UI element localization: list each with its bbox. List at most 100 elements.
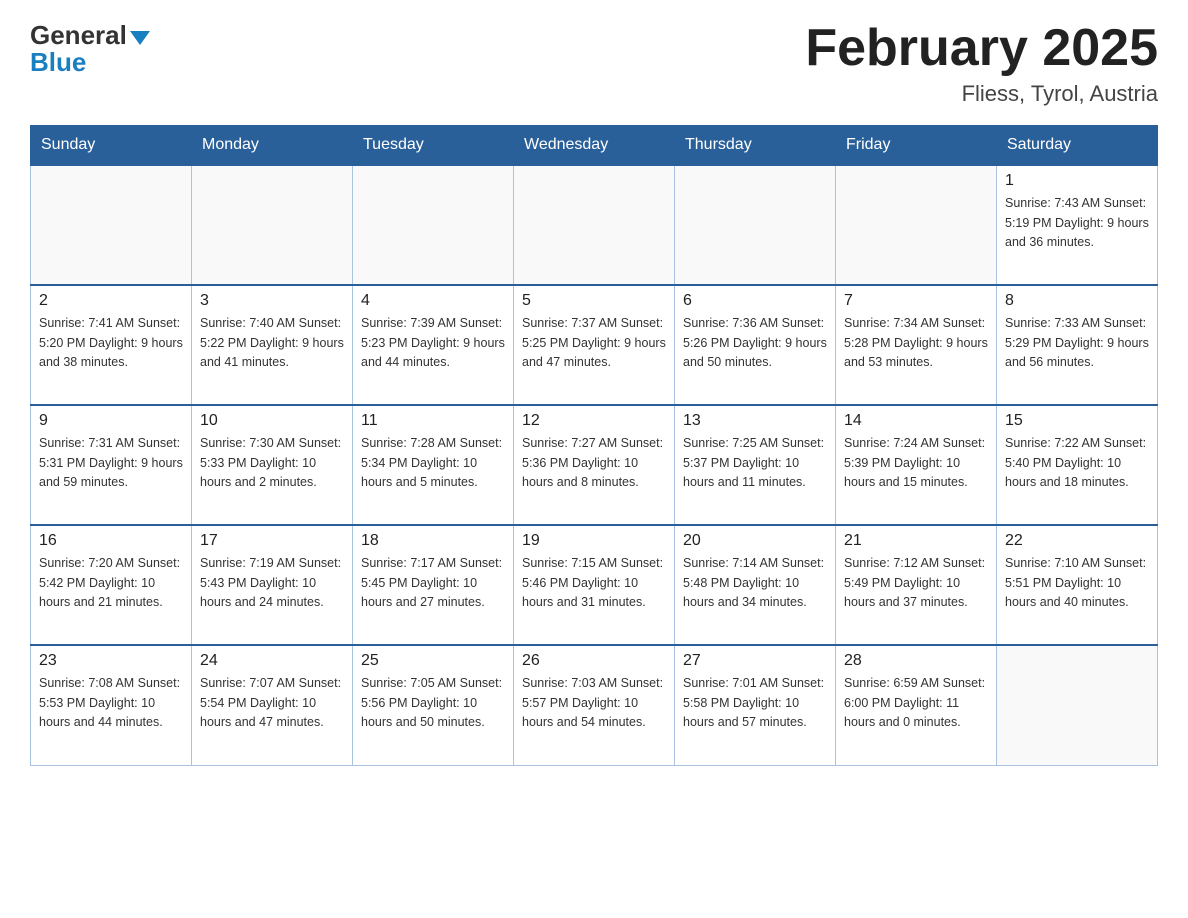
calendar-cell: 4Sunrise: 7:39 AM Sunset: 5:23 PM Daylig… [353, 285, 514, 405]
day-number: 9 [39, 412, 183, 430]
calendar-week-row: 23 Sunrise: 7:08 AM Sunset: 5:53 PM Dayli… [31, 645, 1158, 765]
day-number: 3 [200, 292, 344, 310]
day-info: Sunrise: 7:25 AM Sunset: 5:37 PM Dayligh… [683, 434, 827, 492]
calendar-cell: 2 Sunrise: 7:41 AM Sunset: 5:20 PM Daylig… [31, 285, 192, 405]
calendar-cell: 18Sunrise: 7:17 AM Sunset: 5:45 PM Dayli… [353, 525, 514, 645]
day-number: 19 [522, 532, 666, 550]
calendar-cell: 20 Sunrise: 7:14 AM Sunset: 5:48 PM Dayli… [675, 525, 836, 645]
day-number: 2 [39, 292, 183, 310]
calendar-cell: 6 Sunrise: 7:36 AM Sunset: 5:26 PM Daylig… [675, 285, 836, 405]
calendar-cell [836, 165, 997, 285]
day-info: Sunrise: 7:19 AM Sunset: 5:43 PM Dayligh… [200, 554, 344, 612]
day-number: 22 [1005, 532, 1149, 550]
day-number: 4 [361, 292, 505, 310]
weekday-header-thursday: Thursday [675, 126, 836, 166]
calendar-cell: 3 Sunrise: 7:40 AM Sunset: 5:22 PM Daylig… [192, 285, 353, 405]
day-number: 8 [1005, 292, 1149, 310]
weekday-header-sunday: Sunday [31, 126, 192, 166]
calendar-cell [31, 165, 192, 285]
weekday-header-tuesday: Tuesday [353, 126, 514, 166]
weekday-header-monday: Monday [192, 126, 353, 166]
calendar-cell: 7 Sunrise: 7:34 AM Sunset: 5:28 PM Daylig… [836, 285, 997, 405]
day-number: 13 [683, 412, 827, 430]
calendar-cell: 13 Sunrise: 7:25 AM Sunset: 5:37 PM Dayli… [675, 405, 836, 525]
day-info: Sunrise: 7:01 AM Sunset: 5:58 PM Dayligh… [683, 674, 827, 732]
weekday-header-friday: Friday [836, 126, 997, 166]
day-info: Sunrise: 7:22 AM Sunset: 5:40 PM Dayligh… [1005, 434, 1149, 492]
calendar-cell: 1 Sunrise: 7:43 AM Sunset: 5:19 PM Daylig… [997, 165, 1158, 285]
logo-arrow-icon [130, 31, 150, 45]
day-info: Sunrise: 7:03 AM Sunset: 5:57 PM Dayligh… [522, 674, 666, 732]
day-number: 21 [844, 532, 988, 550]
calendar-week-row: 9 Sunrise: 7:31 AM Sunset: 5:31 PM Daylig… [31, 405, 1158, 525]
day-info: Sunrise: 7:43 AM Sunset: 5:19 PM Dayligh… [1005, 194, 1149, 252]
day-info: Sunrise: 7:15 AM Sunset: 5:46 PM Dayligh… [522, 554, 666, 612]
day-number: 18 [361, 532, 505, 550]
day-number: 27 [683, 652, 827, 670]
calendar-header-row: SundayMondayTuesdayWednesdayThursdayFrid… [31, 126, 1158, 166]
day-info: Sunrise: 7:40 AM Sunset: 5:22 PM Dayligh… [200, 314, 344, 372]
calendar-cell: 5 Sunrise: 7:37 AM Sunset: 5:25 PM Daylig… [514, 285, 675, 405]
calendar-cell: 10 Sunrise: 7:30 AM Sunset: 5:33 PM Dayli… [192, 405, 353, 525]
day-number: 26 [522, 652, 666, 670]
day-info: Sunrise: 6:59 AM Sunset: 6:00 PM Dayligh… [844, 674, 988, 732]
location-title: Fliess, Tyrol, Austria [805, 81, 1158, 107]
calendar-cell [997, 645, 1158, 765]
day-info: Sunrise: 7:20 AM Sunset: 5:42 PM Dayligh… [39, 554, 183, 612]
day-number: 16 [39, 532, 183, 550]
day-info: Sunrise: 7:12 AM Sunset: 5:49 PM Dayligh… [844, 554, 988, 612]
day-number: 1 [1005, 172, 1149, 190]
day-number: 7 [844, 292, 988, 310]
calendar-cell: 12 Sunrise: 7:27 AM Sunset: 5:36 PM Dayli… [514, 405, 675, 525]
day-number: 10 [200, 412, 344, 430]
calendar-cell: 28 Sunrise: 6:59 AM Sunset: 6:00 PM Dayli… [836, 645, 997, 765]
day-number: 23 [39, 652, 183, 670]
day-number: 28 [844, 652, 988, 670]
calendar-cell: 22 Sunrise: 7:10 AM Sunset: 5:51 PM Dayli… [997, 525, 1158, 645]
day-info: Sunrise: 7:27 AM Sunset: 5:36 PM Dayligh… [522, 434, 666, 492]
calendar-week-row: 1 Sunrise: 7:43 AM Sunset: 5:19 PM Daylig… [31, 165, 1158, 285]
day-number: 24 [200, 652, 344, 670]
weekday-header-saturday: Saturday [997, 126, 1158, 166]
calendar-cell: 25Sunrise: 7:05 AM Sunset: 5:56 PM Dayli… [353, 645, 514, 765]
calendar-cell [192, 165, 353, 285]
day-number: 25 [361, 652, 505, 670]
day-number: 11 [361, 412, 505, 430]
calendar-cell: 24 Sunrise: 7:07 AM Sunset: 5:54 PM Dayli… [192, 645, 353, 765]
calendar-week-row: 2 Sunrise: 7:41 AM Sunset: 5:20 PM Daylig… [31, 285, 1158, 405]
page-header: General Blue February 2025 Fliess, Tyrol… [30, 20, 1158, 107]
day-info: Sunrise: 7:33 AM Sunset: 5:29 PM Dayligh… [1005, 314, 1149, 372]
calendar-cell: 27 Sunrise: 7:01 AM Sunset: 5:58 PM Dayli… [675, 645, 836, 765]
logo-blue-text: Blue [30, 47, 86, 78]
calendar-cell: 23 Sunrise: 7:08 AM Sunset: 5:53 PM Dayli… [31, 645, 192, 765]
day-number: 5 [522, 292, 666, 310]
day-number: 14 [844, 412, 988, 430]
calendar-cell: 15 Sunrise: 7:22 AM Sunset: 5:40 PM Dayli… [997, 405, 1158, 525]
day-info: Sunrise: 7:34 AM Sunset: 5:28 PM Dayligh… [844, 314, 988, 372]
calendar-cell [353, 165, 514, 285]
day-info: Sunrise: 7:31 AM Sunset: 5:31 PM Dayligh… [39, 434, 183, 492]
day-info: Sunrise: 7:08 AM Sunset: 5:53 PM Dayligh… [39, 674, 183, 732]
calendar-cell: 26 Sunrise: 7:03 AM Sunset: 5:57 PM Dayli… [514, 645, 675, 765]
day-info: Sunrise: 7:36 AM Sunset: 5:26 PM Dayligh… [683, 314, 827, 372]
calendar-table: SundayMondayTuesdayWednesdayThursdayFrid… [30, 125, 1158, 766]
day-number: 6 [683, 292, 827, 310]
calendar-week-row: 16 Sunrise: 7:20 AM Sunset: 5:42 PM Dayli… [31, 525, 1158, 645]
day-info: Sunrise: 7:07 AM Sunset: 5:54 PM Dayligh… [200, 674, 344, 732]
day-info: Sunrise: 7:14 AM Sunset: 5:48 PM Dayligh… [683, 554, 827, 612]
weekday-header-wednesday: Wednesday [514, 126, 675, 166]
day-info: Sunrise: 7:30 AM Sunset: 5:33 PM Dayligh… [200, 434, 344, 492]
day-number: 20 [683, 532, 827, 550]
day-info: Sunrise: 7:28 AM Sunset: 5:34 PM Dayligh… [361, 434, 505, 492]
day-info: Sunrise: 7:10 AM Sunset: 5:51 PM Dayligh… [1005, 554, 1149, 612]
day-number: 15 [1005, 412, 1149, 430]
day-info: Sunrise: 7:41 AM Sunset: 5:20 PM Dayligh… [39, 314, 183, 372]
day-number: 12 [522, 412, 666, 430]
day-info: Sunrise: 7:37 AM Sunset: 5:25 PM Dayligh… [522, 314, 666, 372]
day-info: Sunrise: 7:24 AM Sunset: 5:39 PM Dayligh… [844, 434, 988, 492]
calendar-cell: 19 Sunrise: 7:15 AM Sunset: 5:46 PM Dayli… [514, 525, 675, 645]
logo: General Blue [30, 20, 150, 78]
calendar-cell [675, 165, 836, 285]
title-section: February 2025 Fliess, Tyrol, Austria [805, 20, 1158, 107]
month-title: February 2025 [805, 20, 1158, 77]
